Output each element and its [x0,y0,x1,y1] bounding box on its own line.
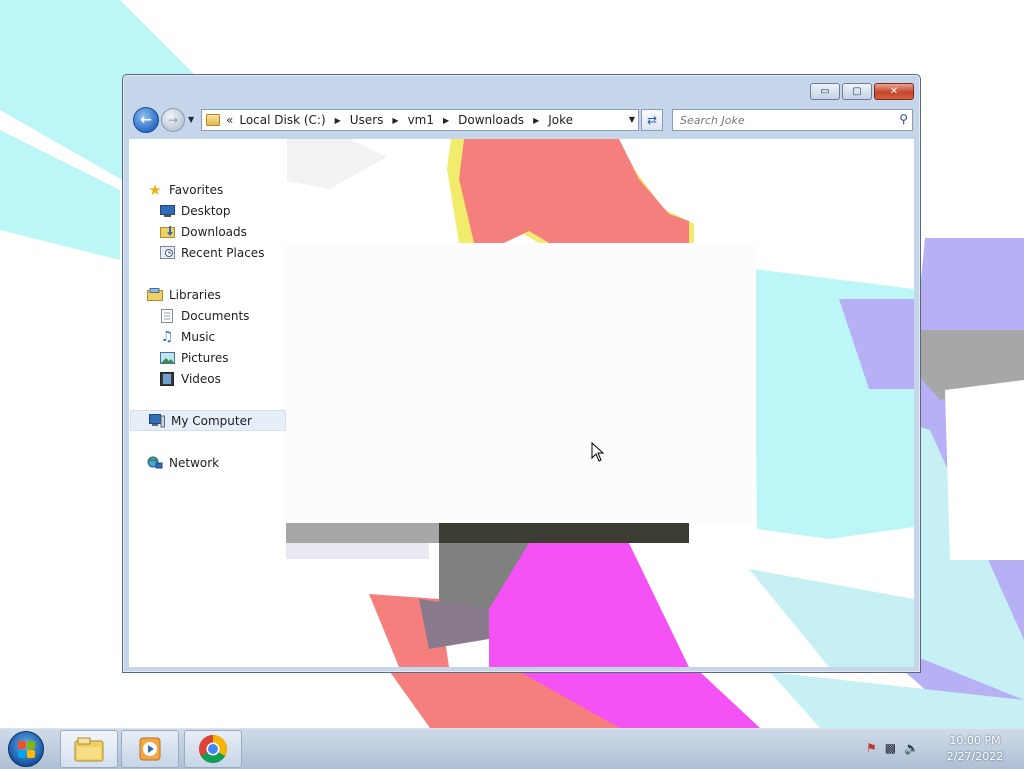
media-player-icon [139,737,161,761]
breadcrumb-separator-icon[interactable]: ▶ [533,116,539,125]
chrome-icon [199,735,227,763]
explorer-client-area: ★ Favorites Desktop Downloads Recent Pla… [129,139,914,667]
computer-icon [149,413,165,428]
arrow-left-icon: ← [140,112,152,128]
taskbar: ⚑ ▩ 🔈 10:00 PM 2/27/2022 [0,728,1024,769]
windows-logo-icon [17,740,26,749]
window-caption-buttons: ▭ ▢ ✕ [810,83,914,100]
breadcrumb-separator-icon[interactable]: ▶ [392,116,398,125]
nav-network[interactable]: Network [129,452,286,473]
breadcrumb-users[interactable]: Users [350,113,384,127]
pictures-icon [159,351,175,365]
refresh-icon: ⇄ [646,113,658,127]
breadcrumb-downloads[interactable]: Downloads [458,113,524,127]
nav-my-computer-label: My Computer [171,413,252,428]
nav-item-documents[interactable]: Documents [129,305,286,326]
nav-network-label: Network [169,455,220,470]
star-icon: ★ [148,180,162,199]
search-icon[interactable]: ⚲ [899,112,908,126]
desktop-icon [159,204,175,218]
nav-item-recent-places[interactable]: Recent Places [129,242,286,263]
film-icon [159,371,175,386]
close-button[interactable]: ✕ [874,83,914,100]
nav-libraries-label: Libraries [169,287,221,302]
start-button[interactable] [8,731,44,767]
action-center-flag-icon[interactable]: ⚑ [866,741,877,755]
network-icon [147,456,163,470]
back-button[interactable]: ← [133,107,159,133]
clock-date: 2/27/2022 [946,750,1004,763]
nav-my-computer[interactable]: My Computer [130,410,286,431]
forward-button[interactable]: → [161,108,185,132]
nav-item-label: Videos [181,371,221,386]
breadcrumb-separator-icon[interactable]: ▶ [443,116,449,125]
taskbar-explorer-button[interactable] [60,730,118,768]
network-tray-icon[interactable]: ▩ [885,741,896,755]
speaker-icon[interactable]: 🔈 [904,741,919,755]
nav-item-label: Music [181,329,216,344]
explorer-folder-icon [74,737,104,762]
folder-icon [206,114,220,126]
breadcrumb-vm1[interactable]: vm1 [408,113,434,127]
nav-item-videos[interactable]: Videos [129,368,286,389]
recent-pages-dropdown[interactable]: ▼ [188,115,194,124]
windows-logo-icon [26,749,35,758]
arrow-right-icon: → [167,113,179,127]
system-tray: ⚑ ▩ 🔈 [866,741,919,755]
music-note-icon: ♫ [160,328,174,345]
search-input[interactable] [680,113,880,127]
mouse-cursor-icon [591,442,605,462]
nav-favorites-label: Favorites [169,182,224,197]
nav-item-label: Pictures [181,350,229,365]
nav-libraries[interactable]: Libraries [129,284,286,305]
maximize-button[interactable]: ▢ [842,83,872,100]
nav-item-label: Documents [181,308,250,323]
taskbar-media-player-button[interactable] [121,730,179,768]
breadcrumb-joke[interactable]: Joke [548,113,573,127]
breadcrumb-separator-icon[interactable]: ▶ [335,116,341,125]
nav-item-downloads[interactable]: Downloads [129,221,286,242]
nav-favorites[interactable]: ★ Favorites [129,179,286,200]
navigation-pane: ★ Favorites Desktop Downloads Recent Pla… [129,139,286,667]
library-icon [147,288,163,302]
breadcrumb-local-disk[interactable]: Local Disk (C:) [239,113,325,127]
address-overflow-chevron[interactable]: « [226,113,233,127]
nav-item-label: Desktop [181,203,231,218]
explorer-window[interactable]: ▭ ▢ ✕ ← → ▼ « Local Disk (C:) ▶ Users ▶ … [122,74,921,673]
minimize-button[interactable]: ▭ [810,83,840,100]
clock-time: 10:00 PM [949,734,1001,747]
nav-item-desktop[interactable]: Desktop [129,200,286,221]
taskbar-chrome-button[interactable] [184,730,242,768]
search-box[interactable]: ⚲ [672,109,913,131]
nav-item-music[interactable]: ♫ Music [129,326,286,347]
nav-item-pictures[interactable]: Pictures [129,347,286,368]
taskbar-clock[interactable]: 10:00 PM 2/27/2022 [935,733,1015,765]
nav-item-label: Downloads [181,224,247,239]
address-bar[interactable]: « Local Disk (C:) ▶ Users ▶ vm1 ▶ Downlo… [201,109,639,131]
nav-item-label: Recent Places [181,245,265,260]
documents-icon [159,308,175,323]
windows-logo-icon [17,749,26,758]
address-dropdown-icon[interactable]: ▼ [629,115,635,124]
downloads-folder-icon [159,225,175,239]
windows-logo-icon [26,740,35,749]
navigation-bar: ← → ▼ « Local Disk (C:) ▶ Users ▶ vm1 ▶ … [131,106,913,134]
refresh-button[interactable]: ⇄ [641,109,663,131]
recent-places-icon [159,246,175,260]
